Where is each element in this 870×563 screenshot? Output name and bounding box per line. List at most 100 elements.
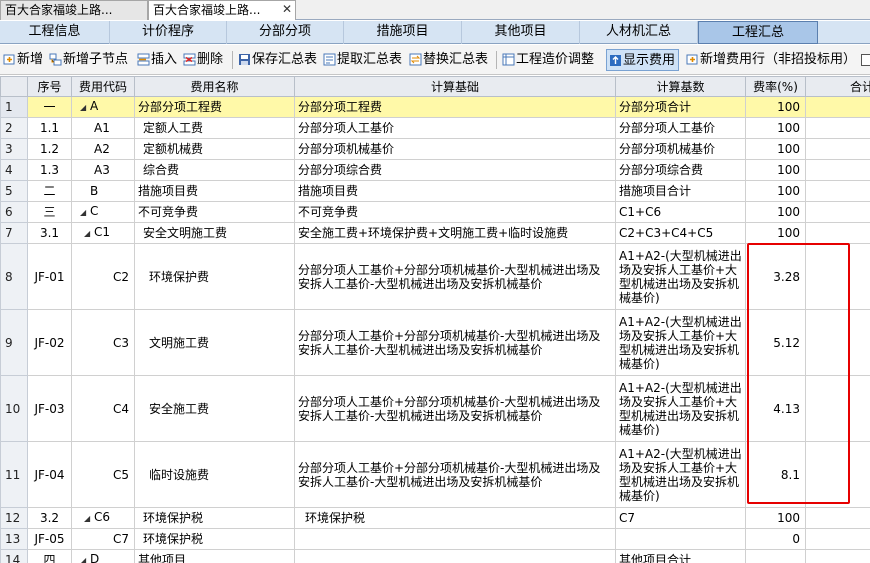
name-cell[interactable]: 措施项目费 [134,180,295,202]
table-row[interactable]: 8 JF-01 C2 环境保护费 分部分项人工基价+分部分项机械基价-大型机械进… [0,243,870,310]
base-cell[interactable]: 分部分项机械基价 [615,138,746,160]
total-cell[interactable] [805,441,870,508]
code-cell[interactable]: C5 [71,441,135,508]
basis-cell[interactable]: 分部分项综合费 [294,159,616,181]
rate-cell[interactable]: 100 [745,138,806,160]
rate-cell[interactable]: 100 [745,159,806,181]
code-cell[interactable]: A1 [71,117,135,139]
basis-cell[interactable]: 措施项目费 [294,180,616,202]
add-button[interactable]: 新增 [3,49,43,71]
column-header[interactable]: 序号 [27,76,72,97]
collapse-triangle-icon[interactable]: ◢ [84,512,94,526]
rate-cell[interactable]: 5.12 [745,309,806,376]
name-cell[interactable]: 综合费 [134,159,295,181]
table-row[interactable]: 9 JF-02 C3 文明施工费 分部分项人工基价+分部分项机械基价-大型机械进… [0,309,870,376]
seq-cell[interactable]: 四 [27,549,72,563]
total-cell[interactable] [805,375,870,442]
base-cell[interactable]: 分部分项合计 [615,96,746,118]
extract-summary-button[interactable]: 提取汇总表 [323,49,402,71]
basis-cell[interactable]: 分部分项机械基价 [294,138,616,160]
column-header[interactable]: 合计 [805,76,870,97]
seq-cell[interactable]: JF-05 [27,528,72,550]
seq-cell[interactable]: JF-03 [27,375,72,442]
name-cell[interactable]: 其他项目 [134,549,295,563]
name-cell[interactable]: 环境保护费 [134,243,295,310]
code-cell[interactable]: C2 [71,243,135,310]
base-cell[interactable] [615,528,746,550]
base-cell[interactable]: 分部分项综合费 [615,159,746,181]
name-cell[interactable]: 环境保护税 [134,528,295,550]
replace-summary-button[interactable]: 替换汇总表 [409,49,488,71]
toolbar-checkbox[interactable] [861,54,870,66]
column-header[interactable]: 费率(%) [745,76,806,97]
collapse-triangle-icon[interactable]: ◢ [80,206,90,220]
code-cell[interactable]: C7 [71,528,135,550]
close-tab-icon[interactable]: ✕ [280,2,294,16]
rate-cell[interactable]: 4.13 [745,375,806,442]
total-cell[interactable] [805,159,870,181]
name-cell[interactable]: 临时设施费 [134,441,295,508]
table-row[interactable]: 1 一 ◢ A 分部分项工程费 分部分项工程费 分部分项合计 100 [0,96,870,118]
basis-cell[interactable]: 安全施工费+环境保护费+文明施工费+临时设施费 [294,222,616,244]
column-header[interactable]: 费用名称 [134,76,295,97]
name-cell[interactable]: 定额机械费 [134,138,295,160]
basis-cell[interactable] [294,528,616,550]
table-row[interactable]: 14 四 ◢ D 其他项目 其他项目合计 [0,549,870,563]
add-fee-row-button[interactable]: 新增费用行（非招投标用） [686,49,856,71]
rate-cell[interactable]: 100 [745,201,806,223]
basis-cell[interactable]: 分部分项工程费 [294,96,616,118]
table-row[interactable]: 5 二 B 措施项目费 措施项目费 措施项目合计 100 [0,180,870,202]
table-row[interactable]: 3 1.2 A2 定额机械费 分部分项机械基价 分部分项机械基价 100 [0,138,870,160]
cost-adjust-button[interactable]: 工程造价调整 [502,49,594,71]
total-cell[interactable] [805,96,870,118]
add-child-node-button[interactable]: 新增子节点 [49,49,128,71]
column-header[interactable]: 费用代码 [71,76,135,97]
seq-cell[interactable]: 3.2 [27,507,72,529]
basis-cell[interactable]: 分部分项人工基价 [294,117,616,139]
seq-cell[interactable]: 3.1 [27,222,72,244]
basis-cell[interactable]: 环境保护税 [294,507,616,529]
tab-project-info[interactable]: 工程信息 [0,21,110,44]
name-cell[interactable]: 文明施工费 [134,309,295,376]
tab-project-summary[interactable]: 工程汇总 [698,21,818,44]
basis-cell[interactable]: 不可竞争费 [294,201,616,223]
total-cell[interactable] [805,309,870,376]
collapse-triangle-icon[interactable]: ◢ [80,554,90,563]
table-row[interactable]: 4 1.3 A3 综合费 分部分项综合费 分部分项综合费 100 [0,159,870,181]
code-cell[interactable]: ◢ C [71,201,135,223]
basis-cell[interactable]: 分部分项人工基价+分部分项机械基价-大型机械进出场及安拆人工基价-大型机械进出场… [294,441,616,508]
base-cell[interactable]: C7 [615,507,746,529]
basis-cell[interactable]: 分部分项人工基价+分部分项机械基价-大型机械进出场及安拆人工基价-大型机械进出场… [294,375,616,442]
base-cell[interactable]: 分部分项人工基价 [615,117,746,139]
code-cell[interactable]: ◢ C1 [71,222,135,244]
table-row[interactable]: 7 3.1 ◢ C1 安全文明施工费 安全施工费+环境保护费+文明施工费+临时设施… [0,222,870,244]
total-cell[interactable] [805,528,870,550]
total-cell[interactable] [805,201,870,223]
seq-cell[interactable]: JF-02 [27,309,72,376]
base-cell[interactable]: C2+C3+C4+C5 [615,222,746,244]
base-cell[interactable]: 措施项目合计 [615,180,746,202]
rate-cell[interactable] [745,549,806,563]
document-tab-2[interactable]: 百大合家福竣上路... [148,0,296,20]
column-header[interactable]: 计算基础 [294,76,616,97]
base-cell[interactable]: A1+A2-(大型机械进出场及安拆人工基价+大型机械进出场及安拆机械基价) [615,441,746,508]
seq-cell[interactable]: 1.3 [27,159,72,181]
tab-labor-material-summary[interactable]: 人材机汇总 [580,21,698,44]
seq-cell[interactable]: 1.2 [27,138,72,160]
base-cell[interactable]: A1+A2-(大型机械进出场及安拆人工基价+大型机械进出场及安拆机械基价) [615,309,746,376]
basis-cell[interactable]: 分部分项人工基价+分部分项机械基价-大型机械进出场及安拆人工基价-大型机械进出场… [294,309,616,376]
code-cell[interactable]: A3 [71,159,135,181]
total-cell[interactable] [805,117,870,139]
base-cell[interactable]: 其他项目合计 [615,549,746,563]
delete-button[interactable]: 删除 [183,49,223,71]
basis-cell[interactable]: 分部分项人工基价+分部分项机械基价-大型机械进出场及安拆人工基价-大型机械进出场… [294,243,616,310]
document-tab-1[interactable]: 百大合家福竣上路... [0,0,148,20]
seq-cell[interactable]: 1.1 [27,117,72,139]
total-cell[interactable] [805,180,870,202]
rate-cell[interactable]: 100 [745,507,806,529]
seq-cell[interactable]: JF-04 [27,441,72,508]
save-summary-button[interactable]: 保存汇总表 [238,49,317,71]
seq-cell[interactable]: 二 [27,180,72,202]
insert-button[interactable]: 插入 [137,49,177,71]
rate-cell[interactable]: 100 [745,117,806,139]
